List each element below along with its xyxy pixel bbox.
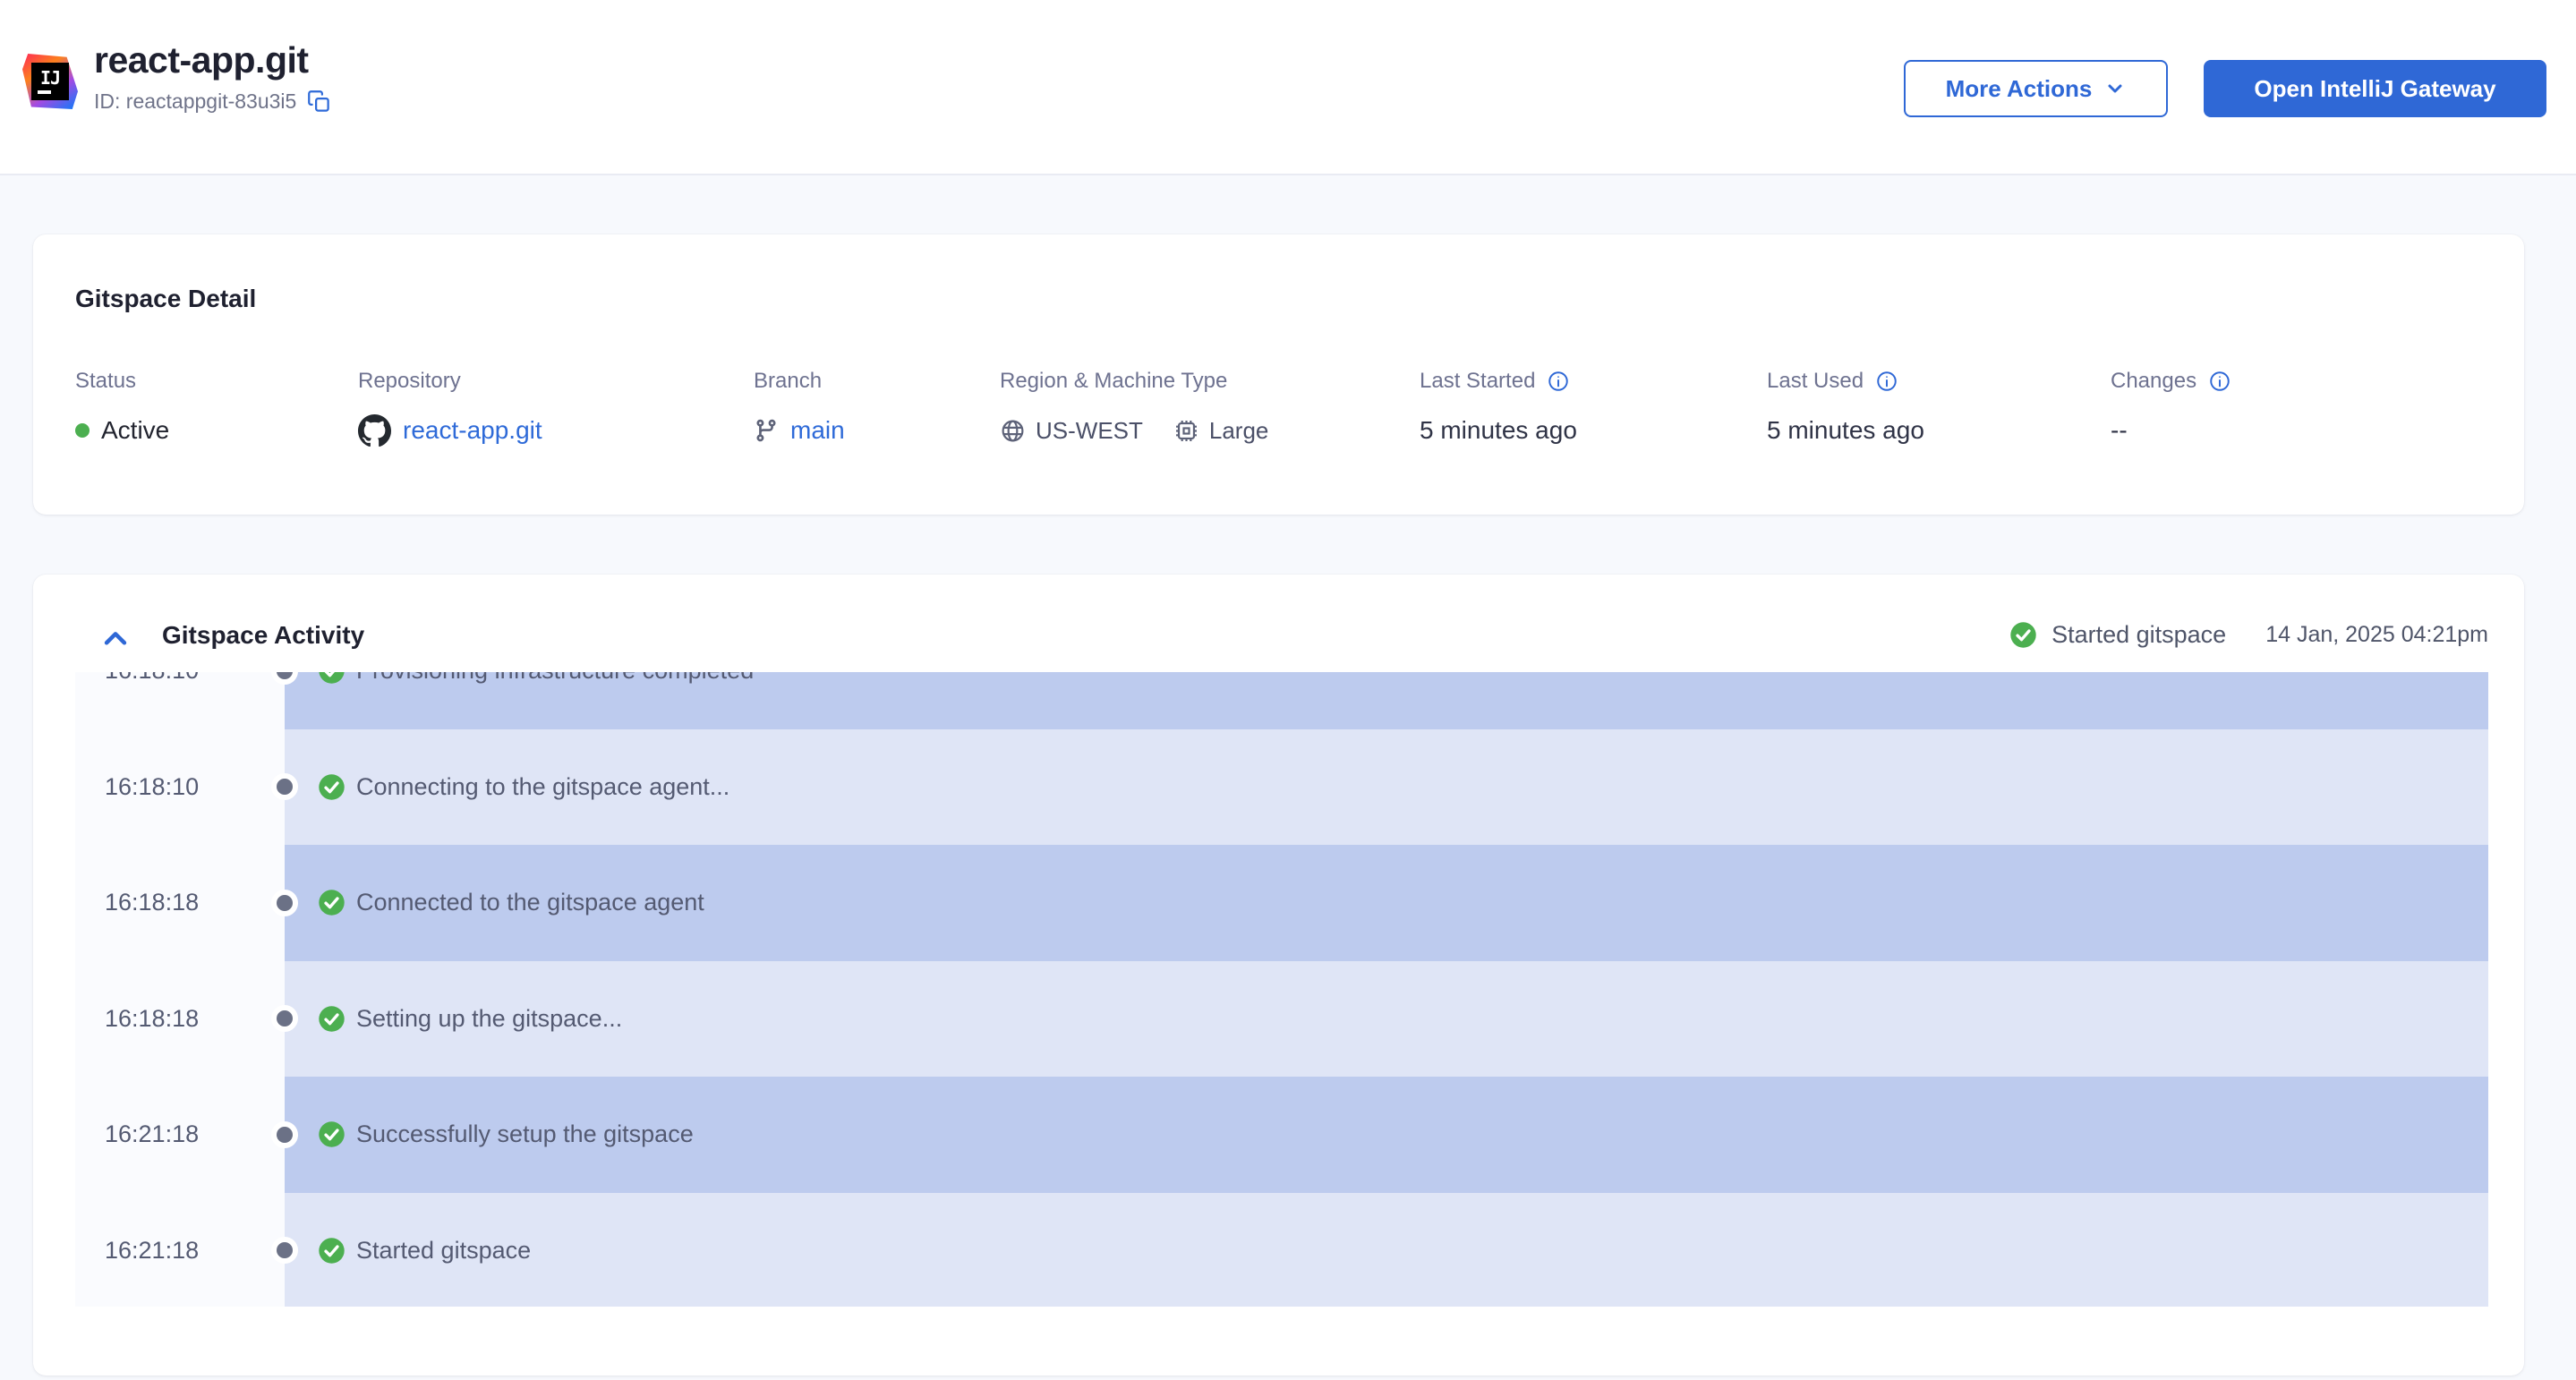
cpu-chip-icon — [1173, 418, 1199, 444]
collapse-chevron-up-icon[interactable] — [100, 624, 131, 654]
check-circle-icon — [2009, 621, 2037, 649]
check-circle-icon — [318, 1120, 345, 1148]
last-started-value: 5 minutes ago — [1420, 416, 1577, 445]
info-icon[interactable] — [1547, 370, 1570, 393]
log-message: Successfully setup the gitspace — [356, 1120, 694, 1148]
globe-icon — [1000, 418, 1026, 444]
github-icon — [358, 414, 391, 447]
field-region-machine: Region & Machine Type US-WEST Large — [1000, 369, 1420, 447]
log-message: Connected to the gitspace agent — [356, 889, 704, 916]
last-used-label: Last Used — [1767, 369, 1864, 394]
check-circle-icon — [318, 773, 345, 801]
page-header: IJ react-app.git ID: reactappgit-83u3i5 … — [0, 0, 2576, 175]
last-used-value: 5 minutes ago — [1767, 416, 1924, 445]
field-changes: Changes -- — [2111, 369, 2482, 447]
status-active-dot-icon — [75, 423, 90, 438]
field-last-used: Last Used 5 minutes ago — [1767, 369, 2111, 447]
more-actions-label: More Actions — [1946, 75, 2093, 103]
region-machine-label: Region & Machine Type — [1000, 369, 1420, 394]
field-repository: Repository react-app.git — [358, 369, 754, 447]
log-message: Connecting to the gitspace agent... — [356, 773, 729, 801]
activity-title: Gitspace Activity — [162, 621, 364, 650]
info-icon[interactable] — [1875, 370, 1898, 393]
status-value: Active — [101, 416, 169, 445]
gitspace-activity-card: Gitspace Activity Started gitspace 14 Ja… — [33, 575, 2524, 1376]
copy-icon[interactable] — [307, 89, 331, 114]
changes-label: Changes — [2111, 369, 2196, 394]
branch-label: Branch — [754, 369, 1000, 394]
log-message: Started gitspace — [356, 1237, 531, 1265]
git-branch-icon — [754, 418, 779, 443]
log-row: 16:18:18 Setting up the gitspace... — [75, 961, 2488, 1078]
check-circle-icon — [318, 1005, 345, 1033]
last-started-label: Last Started — [1420, 369, 1535, 394]
machine-type-value: Large — [1209, 417, 1269, 445]
log-time: 16:18:10 — [105, 773, 199, 801]
activity-latest-status: Started gitspace — [2051, 621, 2226, 649]
log-row: 16:18:18 Connected to the gitspace agent — [75, 845, 2488, 961]
field-status: Status Active — [75, 369, 358, 447]
check-circle-icon — [318, 889, 345, 916]
field-last-started: Last Started 5 minutes ago — [1420, 369, 1767, 447]
branch-link[interactable]: main — [790, 416, 845, 445]
activity-latest-time: 14 Jan, 2025 04:21pm — [2265, 622, 2488, 648]
repository-label: Repository — [358, 369, 754, 394]
activity-log-list: 16:18:10 Provisioning infrastructure com… — [75, 672, 2488, 1307]
log-message: Setting up the gitspace... — [356, 1005, 622, 1033]
region-value: US-WEST — [1036, 417, 1143, 445]
log-time: 16:21:18 — [105, 1237, 199, 1265]
log-row: 16:18:10 Connecting to the gitspace agen… — [75, 729, 2488, 846]
log-time: 16:18:10 — [105, 672, 199, 685]
log-row: 16:21:18 Started gitspace — [75, 1193, 2488, 1308]
detail-card-title: Gitspace Detail — [75, 285, 2482, 313]
log-time: 16:21:18 — [105, 1120, 199, 1148]
log-row: 16:21:18 Successfully setup the gitspace — [75, 1077, 2488, 1193]
timeline-dot-icon — [271, 890, 298, 916]
activity-log-scroll-area[interactable]: 16:18:10 Provisioning infrastructure com… — [75, 672, 2488, 1307]
gitspace-detail-card: Gitspace Detail Status Active Repository… — [33, 234, 2524, 515]
more-actions-button[interactable]: More Actions — [1904, 60, 2168, 117]
chevron-down-icon — [2104, 78, 2126, 99]
changes-value: -- — [2111, 416, 2128, 445]
info-icon[interactable] — [2208, 370, 2231, 393]
status-label: Status — [75, 369, 358, 394]
log-time: 16:18:18 — [105, 1005, 199, 1033]
gitspace-id: ID: reactappgit-83u3i5 — [94, 89, 296, 114]
log-row: 16:18:10 Provisioning infrastructure com… — [75, 672, 2488, 729]
check-circle-icon — [318, 1237, 345, 1265]
intellij-idea-logo-icon: IJ — [22, 54, 78, 109]
open-intellij-gateway-button[interactable]: Open IntelliJ Gateway — [2204, 60, 2546, 117]
log-message: Provisioning infrastructure completed — [356, 672, 754, 685]
page-title: react-app.git — [94, 39, 331, 81]
repository-link[interactable]: react-app.git — [403, 416, 542, 445]
timeline-dot-icon — [271, 1121, 298, 1148]
log-time: 16:18:18 — [105, 889, 199, 916]
check-circle-icon — [318, 672, 345, 685]
field-branch: Branch main — [754, 369, 1000, 447]
